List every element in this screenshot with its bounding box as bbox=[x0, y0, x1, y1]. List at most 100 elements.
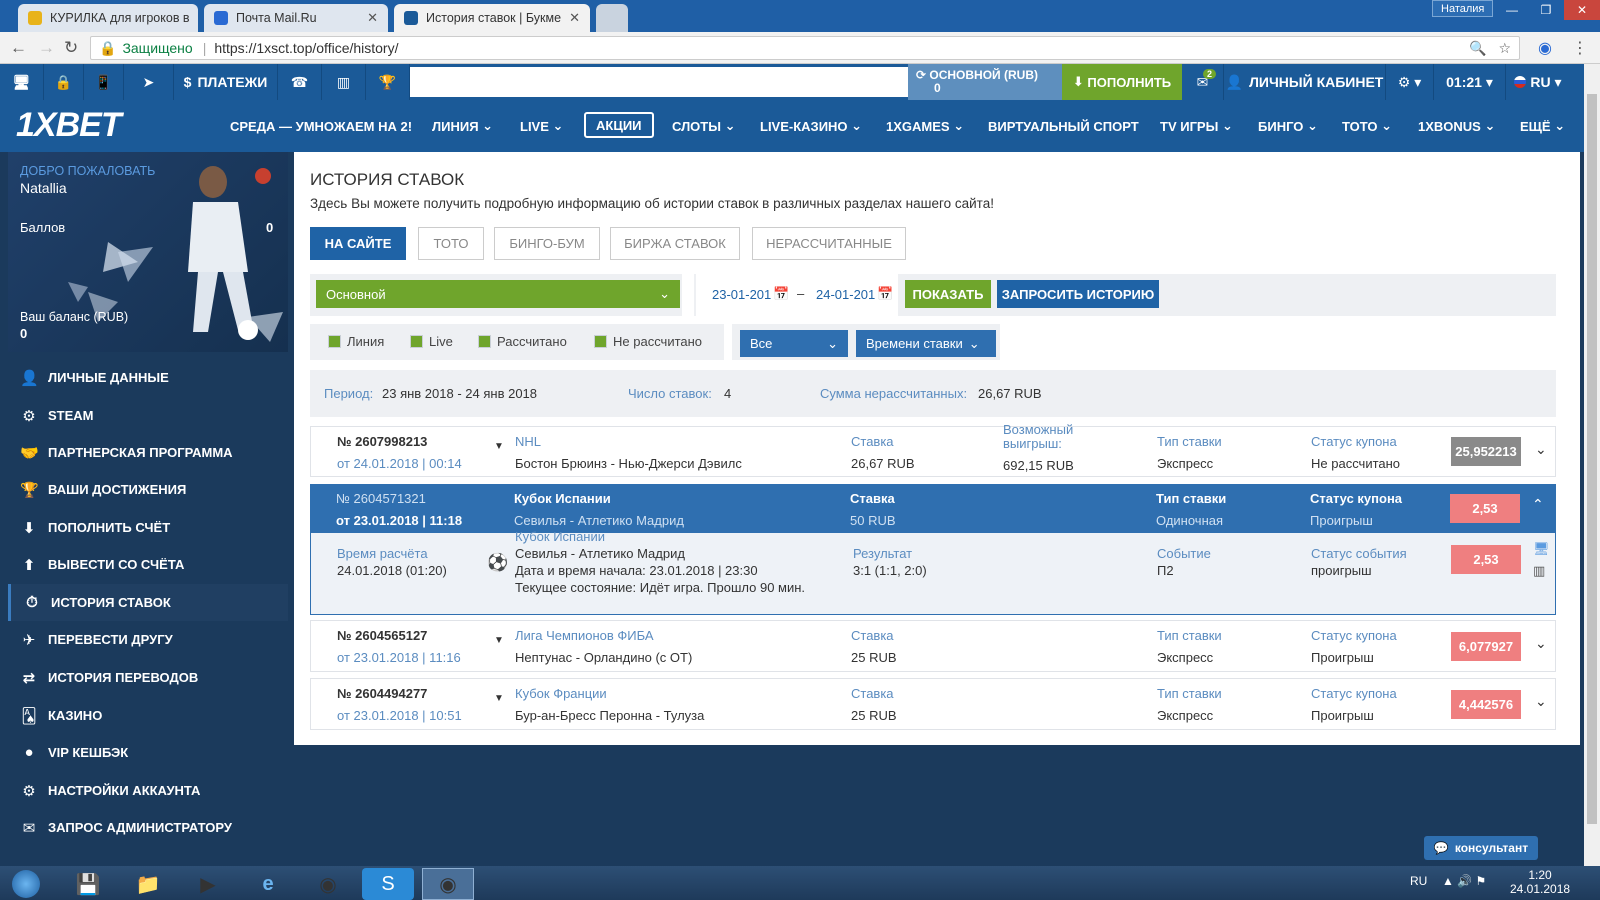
bet-row[interactable]: № 2607998213 от 24.01.2018 | 00:14 ▼ NHL… bbox=[310, 423, 1556, 477]
tab-exchange[interactable]: БИРЖА СТАВОК bbox=[610, 227, 740, 260]
nav-more[interactable]: ЕЩЁ ⌄ bbox=[1520, 100, 1565, 152]
consultant-button[interactable]: 💬 консультант bbox=[1424, 836, 1538, 860]
chevron-down-icon[interactable]: ⌄ bbox=[1535, 441, 1547, 458]
checkbox-settled[interactable]: Рассчитано bbox=[478, 334, 567, 349]
sidebar-item-admin-request[interactable]: ✉ ЗАПРОС АДМИНИСТРАТОРУ bbox=[8, 809, 288, 846]
nav-live-casino[interactable]: LIVE-КАЗИНО ⌄ bbox=[760, 100, 862, 152]
payments-button[interactable]: $ ПЛАТЕЖИ bbox=[174, 64, 278, 100]
sidebar-item-transfer[interactable]: ✈ ПЕРЕВЕСТИ ДРУГУ bbox=[8, 621, 288, 658]
bet-row[interactable]: № 2604494277 от 23.01.2018 | 10:51 ▼ Куб… bbox=[310, 678, 1556, 730]
chrome-active-icon[interactable]: ◉ bbox=[422, 868, 474, 900]
account-select[interactable]: Основной ⌄ bbox=[316, 280, 680, 308]
telegram-icon[interactable]: ➤ bbox=[124, 64, 174, 100]
sidebar-item-achievements[interactable]: 🏆 ВАШИ ДОСТИЖЕНИЯ bbox=[8, 471, 288, 508]
trophy-icon[interactable]: 🏆 bbox=[366, 64, 410, 100]
browser-user-button[interactable]: Наталия bbox=[1432, 0, 1494, 17]
language-dropdown[interactable]: RU ▾ bbox=[1506, 64, 1570, 100]
clock[interactable]: 1:20 24.01.2018 bbox=[1510, 868, 1570, 896]
settings-dropdown[interactable]: ⚙ ▾ bbox=[1386, 64, 1434, 100]
desktop-icon[interactable]: 🖥 bbox=[0, 64, 44, 100]
stats-icon[interactable]: ▥ bbox=[322, 64, 366, 100]
bet-row[interactable]: № 2604565127 от 23.01.2018 | 11:16 ▼ Лиг… bbox=[310, 620, 1556, 672]
nav-toto[interactable]: ТОТО ⌄ bbox=[1342, 100, 1392, 152]
browser-menu-icon[interactable]: ⋮ bbox=[1572, 38, 1588, 58]
request-history-button[interactable]: ЗАПРОСИТЬ ИСТОРИЮ bbox=[997, 280, 1159, 308]
site-logo[interactable]: 1XBET bbox=[16, 106, 122, 145]
checkbox-live[interactable]: Live bbox=[410, 334, 453, 349]
bookmark-star-icon[interactable]: ☆ bbox=[1498, 40, 1511, 57]
chevron-down-icon[interactable]: ⌄ bbox=[1535, 693, 1547, 710]
checkbox-unsettled[interactable]: Не рассчитано bbox=[594, 334, 702, 349]
sidebar-item-steam[interactable]: ⚙ STEAM bbox=[8, 397, 288, 434]
nav-bingo[interactable]: БИНГО ⌄ bbox=[1258, 100, 1318, 152]
caret-down-icon[interactable]: ▼ bbox=[494, 635, 504, 646]
chevron-down-icon[interactable]: ⌄ bbox=[1535, 635, 1547, 652]
chevron-up-icon[interactable]: ⌃ bbox=[1532, 496, 1544, 513]
messages-button[interactable]: ✉ 2 bbox=[1182, 64, 1224, 100]
checkbox-line[interactable]: Линия bbox=[328, 334, 384, 349]
page-scrollbar[interactable] bbox=[1584, 64, 1600, 866]
close-window-icon[interactable]: ✕ bbox=[1564, 0, 1600, 20]
input-language[interactable]: RU bbox=[1410, 874, 1427, 888]
scrollbar-thumb[interactable] bbox=[1587, 94, 1597, 824]
close-tab-icon[interactable]: ✕ bbox=[569, 10, 580, 26]
reload-icon[interactable]: ↻ bbox=[64, 38, 78, 58]
browser-tab[interactable]: Почта Mail.Ru ✕ bbox=[204, 4, 388, 32]
tab-bingo-boom[interactable]: БИНГО-БУМ bbox=[494, 227, 600, 260]
stats-icon[interactable]: ▥ bbox=[1533, 563, 1545, 579]
date-to-input[interactable]: 24-01-201 📅 bbox=[816, 280, 904, 308]
personal-cabinet-button[interactable]: 👤 ЛИЧНЫЙ КАБИНЕТ bbox=[1224, 64, 1386, 100]
nav-live[interactable]: LIVE ⌄ bbox=[520, 100, 563, 152]
nav-1xgames[interactable]: 1XGAMES ⌄ bbox=[886, 100, 964, 152]
sidebar-item-deposit[interactable]: ⬇ ПОПОЛНИТЬ СЧЁТ bbox=[8, 509, 288, 546]
maximize-icon[interactable]: ❐ bbox=[1530, 0, 1562, 20]
nav-promo[interactable]: СРЕДА — УМНОЖАЕМ НА 2! bbox=[230, 100, 412, 152]
minimize-icon[interactable]: — bbox=[1496, 0, 1528, 20]
nav-1xbonus[interactable]: 1XBONUS ⌄ bbox=[1418, 100, 1495, 152]
internet-explorer-icon[interactable]: e bbox=[242, 868, 294, 900]
forward-icon[interactable]: → bbox=[38, 38, 55, 58]
date-from-input[interactable]: 23-01-201 📅 bbox=[712, 280, 800, 308]
caret-down-icon[interactable]: ▼ bbox=[494, 693, 504, 704]
nav-promotions[interactable]: АКЦИИ bbox=[584, 112, 654, 138]
browser-tab[interactable]: КУРИЛКА для игроков в ✕ bbox=[18, 4, 198, 32]
start-button-icon[interactable] bbox=[2, 868, 50, 900]
nav-virtual-sport[interactable]: ВИРТУАЛЬНЫЙ СПОРТ bbox=[988, 100, 1139, 152]
explorer-icon[interactable]: 📁 bbox=[122, 868, 174, 900]
browser-tab-active[interactable]: История ставок | Букме ✕ bbox=[394, 4, 590, 32]
chrome-icon[interactable]: ◉ bbox=[302, 868, 354, 900]
skype-icon[interactable]: S bbox=[362, 868, 414, 900]
balance-selector[interactable]: ⟳ ОСНОВНОЙ (RUB) 0 bbox=[908, 64, 1062, 100]
sidebar-item-vip-cashback[interactable]: ● VIP КЕШБЭК bbox=[8, 734, 288, 771]
new-tab-button[interactable] bbox=[596, 4, 628, 32]
tray-icons[interactable]: ▲ 🔊 ⚑ bbox=[1442, 874, 1486, 888]
back-icon[interactable]: ← bbox=[10, 38, 27, 58]
time-dropdown[interactable]: 01:21 ▾ bbox=[1434, 64, 1506, 100]
caret-down-icon[interactable]: ▼ bbox=[494, 441, 504, 452]
sidebar-item-withdraw[interactable]: ⬆ ВЫВЕСТИ СО СЧЁТА bbox=[8, 546, 288, 583]
tab-toto[interactable]: ТОТО bbox=[418, 227, 484, 260]
url-field[interactable]: 🔒 Защищено | https://1xsct.top/office/hi… bbox=[90, 36, 1520, 60]
zoom-icon[interactable]: 🔍 bbox=[1469, 40, 1486, 57]
nav-slots[interactable]: СЛОТЫ ⌄ bbox=[672, 100, 735, 152]
sidebar-item-partner[interactable]: 🤝 ПАРТНЕРСКАЯ ПРОГРАММА bbox=[8, 434, 288, 471]
nav-tv-games[interactable]: TV ИГРЫ ⌄ bbox=[1160, 100, 1233, 152]
deposit-button[interactable]: ⬇ ПОПОЛНИТЬ bbox=[1062, 64, 1182, 100]
sidebar-item-casino[interactable]: 🂡 КАЗИНО bbox=[8, 697, 288, 734]
phone-icon[interactable]: ☎ bbox=[278, 64, 322, 100]
status-filter-select[interactable]: Все ⌄ bbox=[740, 330, 848, 357]
close-tab-icon[interactable]: ✕ bbox=[367, 10, 378, 26]
monitor-icon[interactable]: 🖥 bbox=[1533, 541, 1550, 557]
sidebar-item-personal-data[interactable]: 👤 ЛИЧНЫЕ ДАННЫЕ bbox=[8, 359, 288, 396]
sidebar-item-account-settings[interactable]: ⚙ НАСТРОЙКИ АККАУНТА bbox=[8, 772, 288, 809]
show-button[interactable]: ПОКАЗАТЬ bbox=[905, 280, 991, 308]
bet-row-expanded[interactable]: № 2604571321 от 23.01.2018 | 11:18 Кубок… bbox=[310, 484, 1556, 533]
sort-filter-select[interactable]: Времени ставки ⌄ bbox=[856, 330, 996, 357]
media-player-icon[interactable]: ▶ bbox=[182, 868, 234, 900]
tab-unsettled[interactable]: НЕРАССЧИТАННЫЕ bbox=[752, 227, 906, 260]
sidebar-item-bet-history[interactable]: ⏱ ИСТОРИЯ СТАВОК bbox=[8, 584, 288, 621]
tab-on-site[interactable]: НА САЙТЕ bbox=[310, 227, 406, 260]
nav-line[interactable]: ЛИНИЯ ⌄ bbox=[432, 100, 493, 152]
save-app-icon[interactable]: 💾 bbox=[62, 868, 114, 900]
sidebar-item-transfer-history[interactable]: ⇄ ИСТОРИЯ ПЕРЕВОДОВ bbox=[8, 659, 288, 696]
